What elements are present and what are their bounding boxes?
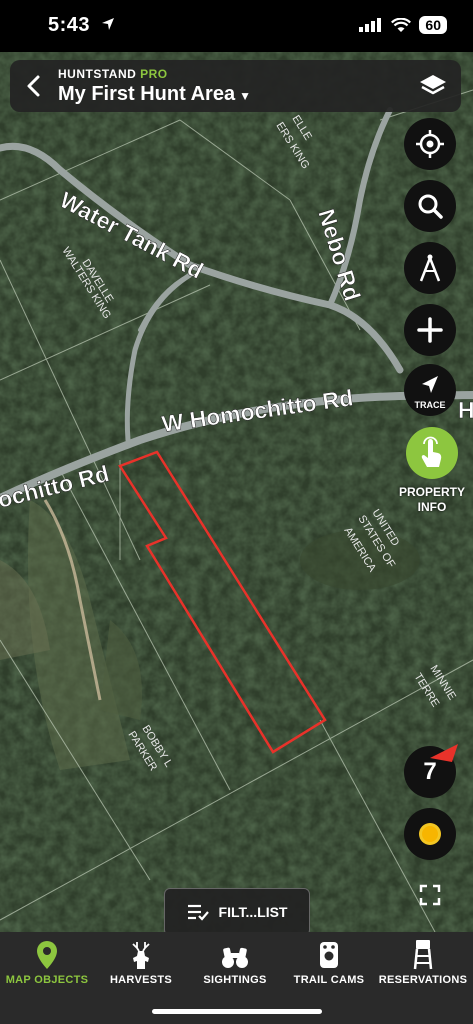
nav-label: RESERVATIONS <box>378 974 468 986</box>
property-info-button[interactable]: PROPERTY INFO <box>392 427 472 515</box>
add-button[interactable] <box>404 304 456 356</box>
deer-icon <box>132 942 150 969</box>
locate-button[interactable] <box>404 118 456 170</box>
battery-indicator: 60 <box>419 16 447 34</box>
trace-label: TRACE <box>414 400 446 410</box>
nav-item-sightings[interactable]: SIGHTINGS <box>188 938 282 998</box>
app-brand: HUNTSTAND PRO <box>58 67 168 81</box>
trail-camera-icon <box>320 942 338 968</box>
nav-item-harvests[interactable]: HARVESTS <box>94 938 188 998</box>
plus-icon <box>417 317 443 343</box>
tree-stand-icon <box>413 940 433 970</box>
crosshair-icon <box>416 130 444 158</box>
nav-label: TRAIL CAMS <box>293 974 365 986</box>
wind-button[interactable]: 7 <box>404 744 458 798</box>
signal-icon <box>359 18 382 32</box>
wind-direction-icon <box>430 744 458 762</box>
nav-label: SIGHTINGS <box>203 974 267 986</box>
layers-icon[interactable] <box>417 70 449 102</box>
property-info-circle[interactable] <box>406 427 458 479</box>
trace-icon <box>422 376 438 393</box>
fullscreen-icon[interactable] <box>418 883 442 907</box>
wifi-icon <box>391 17 412 32</box>
hunt-area-header: HUNTSTAND PRO My First Hunt Area ▼ <box>10 60 461 112</box>
road-label-h: H <box>458 397 473 423</box>
filter-list-button[interactable]: FILT...LIST <box>164 888 310 936</box>
filter-list-icon <box>187 904 209 921</box>
sun-icon <box>419 823 441 845</box>
hunt-area-selector[interactable]: My First Hunt Area ▼ <box>58 83 251 106</box>
compass-divider-icon <box>419 254 441 282</box>
trace-button[interactable]: TRACE <box>404 364 456 416</box>
home-indicator[interactable] <box>152 1009 322 1014</box>
caret-down-icon: ▼ <box>239 89 251 103</box>
binoculars-icon <box>222 947 248 968</box>
property-info-label: PROPERTY INFO <box>398 485 465 514</box>
hand-tap-icon <box>421 436 442 467</box>
nav-label: MAP OBJECTS <box>5 974 89 986</box>
map-pin-icon <box>37 941 57 969</box>
pro-badge: PRO <box>140 67 168 81</box>
status-icons: 60 <box>359 16 447 34</box>
filter-list-label: FILT...LIST <box>218 904 288 920</box>
search-icon <box>418 194 443 219</box>
status-bar: 5:43 60 <box>0 0 473 52</box>
nav-item-reservations[interactable]: RESERVATIONS <box>376 938 470 998</box>
nav-item-map-objects[interactable]: MAP OBJECTS <box>0 938 94 998</box>
nav-label: HARVESTS <box>109 974 173 986</box>
weather-button[interactable] <box>404 808 456 860</box>
back-arrow-icon[interactable] <box>20 72 48 100</box>
status-time: 5:43 <box>48 14 116 37</box>
measure-button[interactable] <box>404 242 456 294</box>
location-arrow-icon <box>102 18 115 30</box>
search-button[interactable] <box>404 180 456 232</box>
nav-item-trail-cams[interactable]: TRAIL CAMS <box>282 938 376 998</box>
